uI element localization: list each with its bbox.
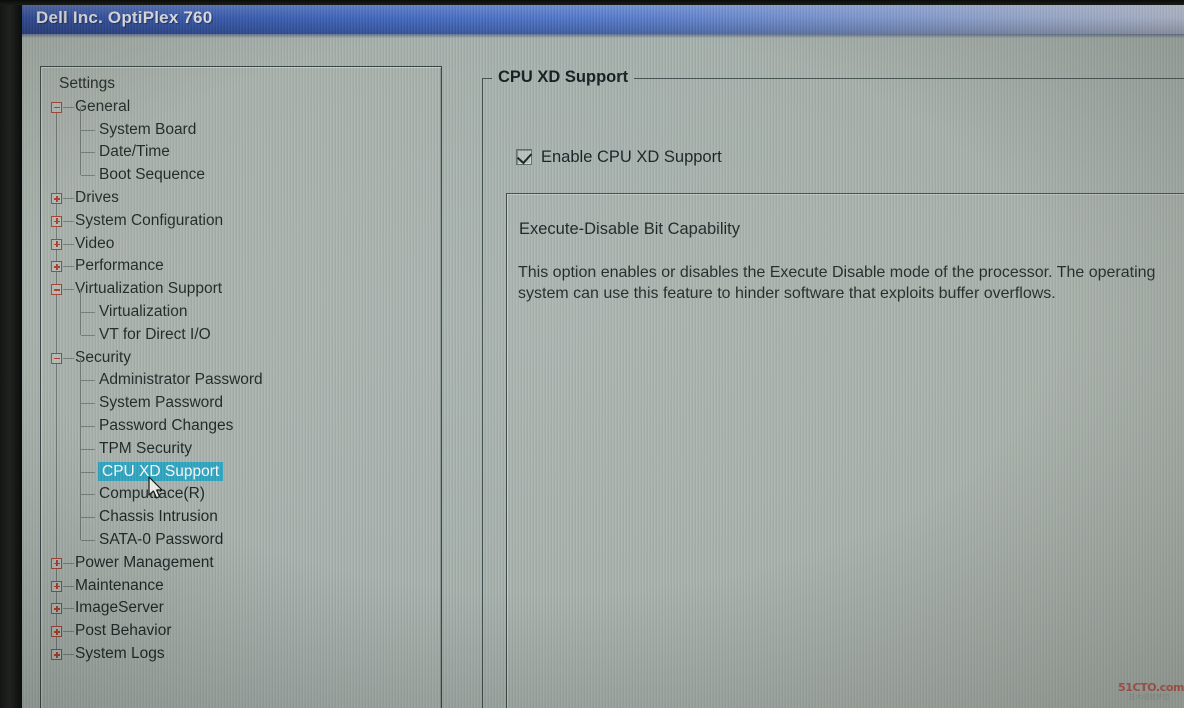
expand-icon-system-configuration[interactable] <box>51 215 62 227</box>
tree-item-performance[interactable]: Performance <box>75 255 164 277</box>
tree-connector-line <box>63 654 74 655</box>
site-watermark: 51CTO.com 技术成就梦想 <box>1118 681 1184 702</box>
tree-connector-line <box>63 631 74 633</box>
tree-connector-line <box>63 585 74 587</box>
enable-cpu-xd-support-row[interactable]: Enable CPU XD Support <box>516 146 722 168</box>
expand-icon-performance[interactable] <box>51 261 62 273</box>
tree-connector-line <box>81 129 95 131</box>
tree-item-general[interactable]: General <box>75 96 130 118</box>
settings-tree-panel[interactable]: Settings General System Board Date/Time Boot… <box>40 66 442 708</box>
expand-icon-drives[interactable] <box>51 193 62 204</box>
tree-connector-line <box>81 540 95 541</box>
tree-connector-line <box>56 106 57 654</box>
monitor-bezel-left <box>0 0 22 708</box>
tree-connector-line <box>63 357 74 359</box>
description-heading: Execute-Disable Bit Capability <box>519 220 741 238</box>
bios-setup-window: Dell Inc. OptiPlex 760 Settings General Sy… <box>22 4 1184 708</box>
tree-item-virtualization-support[interactable]: Virtualization Support <box>75 278 222 300</box>
tree-item-system-configuration[interactable]: System Configuration <box>75 210 223 232</box>
tree-connector-line <box>63 220 74 222</box>
tree-item-post-behavior[interactable]: Post Behavior <box>75 620 172 642</box>
tree-item-power-management[interactable]: Power Management <box>75 552 214 574</box>
monitor-bezel-top <box>0 0 1184 5</box>
tree-item-vt-for-direct-i-o[interactable]: VT for Direct I/O <box>99 324 211 346</box>
tree-connector-line <box>81 175 95 177</box>
tree-item-tpm-security[interactable]: TPM Security <box>99 438 192 460</box>
tree-connector-line <box>80 106 81 176</box>
tree-connector-line <box>63 106 74 108</box>
window-title: Dell Inc. OptiPlex 760 <box>36 8 213 27</box>
window-title-bar[interactable]: Dell Inc. OptiPlex 760 <box>22 4 1184 34</box>
settings-tree[interactable]: Settings General System Board Date/Time Boot… <box>41 67 441 708</box>
tree-connector-line <box>63 562 74 564</box>
tree-item-password-changes[interactable]: Password Changes <box>99 415 233 437</box>
tree-item-security[interactable]: Security <box>75 347 131 369</box>
window-client-area: Settings General System Board Date/Time Boot… <box>22 38 1184 708</box>
tree-item-system-password[interactable]: System Password <box>99 392 223 414</box>
description-body: This option enables or disables the Exec… <box>518 264 1156 302</box>
tree-connector-line <box>81 494 95 496</box>
tree-item-cpu-xd-support[interactable]: CPU XD Support <box>99 461 223 483</box>
tree-connector-line <box>63 608 74 610</box>
collapse-icon-virtualization-support[interactable] <box>51 284 62 296</box>
tree-connector-line <box>63 243 74 245</box>
tree-item-computrace-r[interactable]: Computrace(R) <box>99 483 205 505</box>
tree-connector-line <box>81 471 95 473</box>
tree-connector-line <box>81 448 95 450</box>
tree-item-date-time[interactable]: Date/Time <box>99 141 170 163</box>
tree-connector-line <box>81 403 95 405</box>
tree-connector-line <box>81 426 95 427</box>
tree-item-boot-sequence[interactable]: Boot Sequence <box>99 164 205 186</box>
tree-item-system-logs[interactable]: System Logs <box>75 643 165 665</box>
screenshot-root: Dell Inc. OptiPlex 760 Settings General Sy… <box>0 0 1184 708</box>
tree-item-virtualization[interactable]: Virtualization <box>99 301 187 323</box>
enable-cpu-xd-support-checkbox[interactable] <box>516 148 533 165</box>
watermark-line2: 技术成就梦想 <box>1128 694 1170 701</box>
expand-icon-maintenance[interactable] <box>51 580 62 592</box>
tree-item-system-board[interactable]: System Board <box>99 119 196 141</box>
tree-item-video[interactable]: Video <box>75 233 114 255</box>
tree-connector-line <box>81 380 95 382</box>
tree-item-drives[interactable]: Drives <box>75 187 119 209</box>
tree-connector-line <box>81 517 95 519</box>
tree-connector-line <box>81 312 95 313</box>
tree-connector-line <box>63 198 74 199</box>
description-box: Execute-Disable Bit Capability This opti… <box>506 193 1184 708</box>
expand-icon-power-management[interactable] <box>51 557 62 569</box>
expand-icon-video[interactable] <box>51 238 62 250</box>
tree-connector-line <box>81 334 95 336</box>
tree-connector-line <box>63 266 74 268</box>
tree-connector-line <box>81 152 95 154</box>
tree-item-administrator-password[interactable]: Administrator Password <box>99 369 263 391</box>
tree-connector-line <box>63 289 74 291</box>
expand-icon-system-logs[interactable] <box>51 649 62 660</box>
groupbox-title: CPU XD Support <box>492 68 635 87</box>
checkmark-icon <box>516 148 533 165</box>
tree-item-maintenance[interactable]: Maintenance <box>75 575 164 597</box>
tree-item-sata-0-password[interactable]: SATA-0 Password <box>99 529 223 551</box>
tree-root-label[interactable]: Settings <box>59 73 115 95</box>
watermark-line1: 51CTO.com <box>1118 681 1184 694</box>
expand-icon-post-behavior[interactable] <box>51 626 62 638</box>
collapse-icon-security[interactable] <box>51 352 62 364</box>
collapse-icon-general[interactable] <box>51 101 62 113</box>
enable-cpu-xd-support-label: Enable CPU XD Support <box>541 147 722 166</box>
tree-item-imageserver[interactable]: ImageServer <box>75 597 164 619</box>
tree-item-selected-label: CPU XD Support <box>99 462 223 480</box>
tree-item-chassis-intrusion[interactable]: Chassis Intrusion <box>99 506 218 528</box>
expand-icon-imageserver[interactable] <box>51 603 62 615</box>
